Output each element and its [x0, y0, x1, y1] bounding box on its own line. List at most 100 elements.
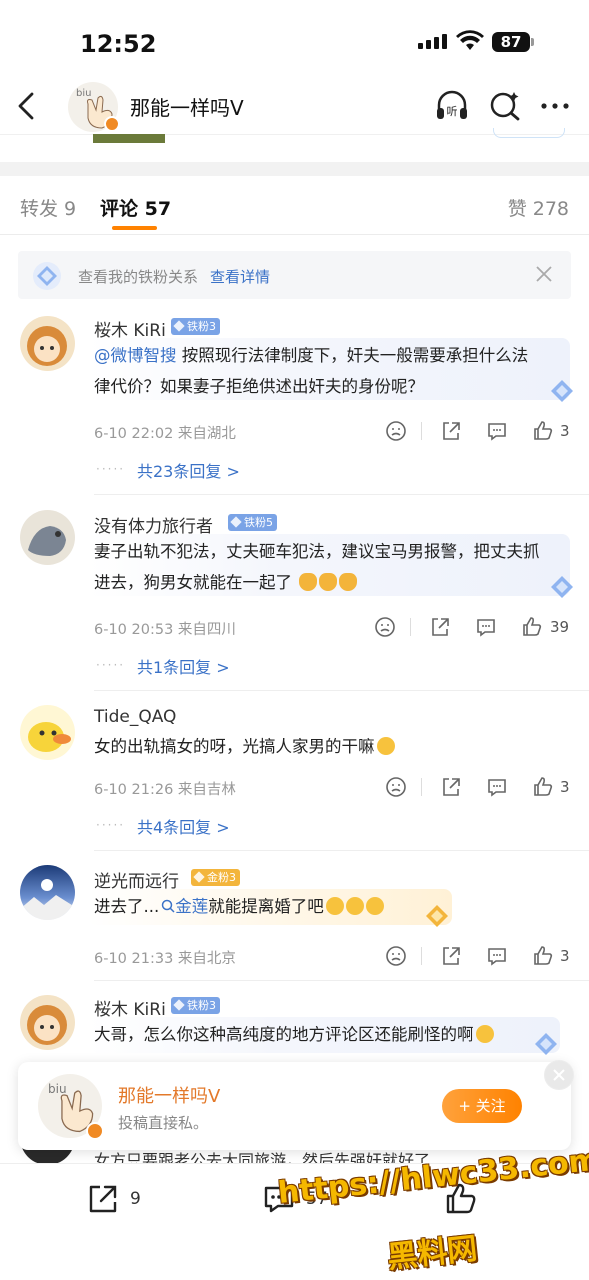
like-icon[interactable] — [521, 616, 543, 638]
view-replies-link[interactable]: 共1条回复 > — [137, 654, 230, 678]
signal-icon — [418, 34, 447, 49]
comment-text-line: 进去，狗男女就能在一起了 — [94, 573, 292, 592]
tab-repost[interactable]: 转发 9 — [20, 194, 76, 221]
cat-emoji-icon — [319, 573, 338, 591]
mention-link[interactable]: @微博智搜 — [94, 346, 177, 365]
comment-author[interactable]: Tide_QAQ — [94, 707, 176, 727]
comment-text: @微博智搜 按照现行法律制度下，奸夫一般需要承担什么法 律代价？如果妻子拒绝供述… — [94, 340, 564, 402]
like-count: 3 — [560, 422, 570, 440]
close-icon[interactable] — [535, 265, 553, 283]
dislike-icon[interactable] — [385, 776, 407, 798]
topic-link[interactable]: 金莲 — [175, 897, 208, 916]
like-count: 3 — [560, 947, 570, 965]
comment-text-line: 大哥，怎么你这种高纯度的地方评论区还能刷怪的啊 — [94, 1025, 474, 1044]
comment-text: 女的出轨搞女的呀，光搞人家男的干嘛 — [94, 731, 574, 762]
share-icon[interactable] — [440, 945, 462, 967]
laugh-cry-emoji-icon — [475, 1025, 494, 1043]
follow-card-name[interactable]: 那能一样吗V — [118, 1082, 220, 1108]
avatar[interactable] — [20, 995, 75, 1050]
fan-badge: 铁粉5 — [228, 514, 277, 531]
comment-text-line: 进去了... — [94, 897, 160, 916]
comment-icon[interactable] — [475, 616, 497, 638]
post-button-peek — [493, 128, 565, 138]
comment-divider — [94, 850, 589, 851]
comment-icon[interactable] — [486, 945, 508, 967]
fan-badge: 金粉3 — [191, 869, 240, 886]
laugh-cry-emoji-icon — [365, 897, 384, 915]
animal-avatar-icon — [28, 526, 66, 556]
status-time: 12:52 — [80, 30, 157, 58]
comment-text-line: 律代价？如果妻子拒绝供述出奸夫的身份呢？ — [94, 377, 424, 396]
comment-meta: 6-10 22:02 来自湖北 — [94, 426, 236, 442]
laugh-cry-emoji-icon — [325, 897, 344, 915]
comment-text-line: 女的出轨搞女的呀，光搞人家男的干嘛 — [94, 737, 375, 756]
comment-text-line: 按照现行法律制度下，奸夫一般需要承担什么法 — [176, 346, 529, 365]
banner-link[interactable]: 查看详情 — [210, 266, 270, 287]
banner-text: 查看我的铁粉关系 — [78, 268, 199, 286]
like-icon[interactable] — [532, 776, 554, 798]
verified-badge-icon — [86, 1122, 104, 1140]
like-icon[interactable] — [532, 945, 554, 967]
comment-meta: 6-10 21:33 来自北京 — [94, 951, 236, 967]
action-separator — [421, 778, 422, 796]
comment-meta: 6-10 20:53 来自四川 — [94, 622, 236, 638]
like-count: 39 — [550, 618, 570, 636]
active-tab-indicator — [112, 226, 157, 230]
follow-card-subtitle: 投稿直接私。 — [118, 1114, 209, 1132]
fan-badge: 铁粉3 — [171, 318, 220, 335]
like-icon[interactable] — [532, 420, 554, 442]
search-icon[interactable] — [488, 88, 524, 124]
page-title[interactable]: 那能一样吗V — [130, 92, 244, 121]
listen-label: 听 — [447, 105, 458, 118]
avatar[interactable] — [20, 865, 75, 920]
tabs-divider — [0, 234, 589, 235]
fan-relation-banner[interactable]: 查看我的铁粉关系 查看详情 — [18, 251, 571, 299]
dislike-icon[interactable] — [385, 945, 407, 967]
fan-diamond-icon — [551, 380, 573, 402]
comment-icon[interactable] — [486, 776, 508, 798]
comment-divider — [94, 494, 589, 495]
cat-emoji-icon — [339, 573, 358, 591]
back-arrow-icon[interactable] — [12, 90, 40, 122]
fan-diamond-icon — [551, 576, 573, 598]
more-icon[interactable] — [538, 88, 574, 124]
watermark-title: 黑料网 — [385, 1231, 479, 1276]
share-icon[interactable] — [440, 420, 462, 442]
laugh-cry-emoji-icon — [376, 737, 395, 755]
repost-count: 9 — [130, 1189, 141, 1209]
anime-avatar-icon — [27, 326, 67, 366]
avatar[interactable] — [20, 705, 75, 760]
like-count: 3 — [560, 778, 570, 796]
comment-text: 大哥，怎么你这种高纯度的地方评论区还能刷怪的啊 — [94, 1019, 564, 1050]
tab-like[interactable]: 赞 278 — [508, 194, 569, 221]
share-icon[interactable] — [440, 776, 462, 798]
action-separator — [421, 422, 422, 440]
view-replies-link[interactable]: 共4条回复 > — [137, 814, 230, 838]
duck-avatar-icon — [28, 722, 71, 752]
avatar[interactable] — [20, 316, 75, 371]
dislike-icon[interactable] — [385, 420, 407, 442]
cat-emoji-icon — [299, 573, 318, 591]
search-topic-icon — [162, 899, 175, 913]
landscape-avatar-icon — [20, 879, 75, 920]
follow-button[interactable]: + 关注 — [442, 1089, 522, 1123]
comment-icon[interactable] — [486, 420, 508, 442]
comment-text: 妻子出轨不犯法，丈夫砸车犯法，建议宝马男报警，把丈夫抓 进去，狗男女就能在一起了 — [94, 536, 574, 598]
view-replies-link[interactable]: 共23条回复 > — [137, 458, 240, 482]
repost-button[interactable]: 9 — [86, 1182, 141, 1216]
battery-icon: 87 — [492, 32, 534, 52]
close-icon[interactable] — [544, 1060, 574, 1090]
comment-text-line: 妻子出轨不犯法，丈夫砸车犯法，建议宝马男报警，把丈夫抓 — [94, 542, 540, 561]
laugh-cry-emoji-icon — [345, 897, 364, 915]
avatar[interactable] — [20, 510, 75, 565]
anime-avatar-icon — [27, 1005, 67, 1045]
tab-comment[interactable]: 评论 57 — [100, 194, 171, 221]
gold-diamond-icon — [426, 905, 448, 927]
status-bar: 12:52 87 — [0, 0, 589, 80]
dislike-icon[interactable] — [374, 616, 396, 638]
reply-dots: ····· — [96, 818, 126, 832]
share-icon[interactable] — [429, 616, 451, 638]
headphone-listen-icon[interactable]: 听 — [434, 88, 470, 124]
follow-suggestion-card[interactable]: biu 那能一样吗V 投稿直接私。 + 关注 — [18, 1062, 571, 1150]
fan-diamond-icon — [535, 1033, 557, 1055]
